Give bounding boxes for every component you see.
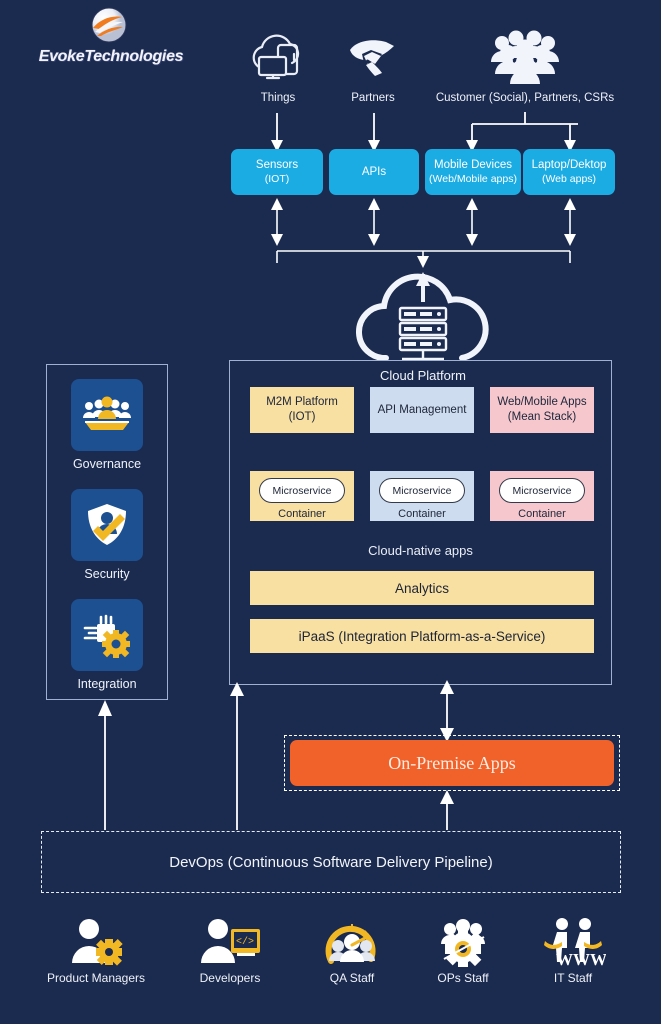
cloud-devices-icon xyxy=(238,28,318,89)
microservice-container-apim[interactable]: Microservice Container xyxy=(370,471,474,521)
people-www-icon: WWW xyxy=(513,915,633,969)
channel-mobile-line1: Mobile Devices xyxy=(434,159,512,172)
channel-laptop-line2: (Web apps) xyxy=(541,172,597,185)
platform-web-line2: (Mean Stack) xyxy=(507,411,577,423)
container-label: Container xyxy=(278,508,326,520)
brand-name: EvokeTechnologies xyxy=(38,48,184,65)
governance-people-table-icon xyxy=(71,379,143,451)
persona-product-managers-label: Product Managers xyxy=(46,971,146,985)
container-label: Container xyxy=(518,508,566,520)
actor-customers: Customer (Social), Partners, CSRs xyxy=(430,26,620,104)
cloud-platform-panel: M2M Platform (IOT) API Management Web/Mo… xyxy=(229,360,612,685)
platform-m2m-line1: M2M Platform xyxy=(266,396,338,409)
actor-things: Things xyxy=(238,28,318,104)
pillar-integration[interactable]: Integration xyxy=(47,599,167,691)
on-premise-apps-label: On-Premise Apps xyxy=(388,752,516,773)
persona-ops-staff[interactable]: OPs Staff xyxy=(403,915,523,985)
actor-partners: Partners xyxy=(333,28,413,104)
channel-mobile-line2: (Web/Mobile apps) xyxy=(429,172,517,185)
people-gear-icon xyxy=(403,915,523,967)
channel-sensors-line1: Sensors xyxy=(255,159,299,172)
channel-apis-line1: APIs xyxy=(361,165,387,178)
microservice-pill: Microservice xyxy=(499,478,585,503)
channel-apis[interactable]: APIs xyxy=(329,149,419,195)
handshake-icon xyxy=(333,28,413,89)
channel-laptop-desktop[interactable]: Laptop/Dektop (Web apps) xyxy=(523,149,615,195)
bar-analytics-label: Analytics xyxy=(394,580,450,596)
bar-ipaas[interactable]: iPaaS (Integration Platform-as-a-Service… xyxy=(250,619,594,653)
persona-developers-label: Developers xyxy=(199,971,261,985)
persona-qa-staff-label: QA Staff xyxy=(329,971,375,985)
actor-things-label: Things xyxy=(260,92,296,104)
devops-pipeline-label: DevOps (Continuous Software Delivery Pip… xyxy=(169,853,493,871)
bar-ipaas-label: iPaaS (Integration Platform-as-a-Service… xyxy=(298,628,546,644)
person-gear-icon xyxy=(36,915,156,967)
channel-sensors[interactable]: Sensors (IOT) xyxy=(231,149,323,195)
persona-it-staff[interactable]: WWW IT Staff xyxy=(513,915,633,985)
chip-gear-icon xyxy=(71,599,143,671)
svg-text:</>: </> xyxy=(236,936,254,948)
platform-apim-line1: API Management xyxy=(377,403,467,416)
persona-ops-staff-label: OPs Staff xyxy=(437,971,489,985)
channel-mobile-devices[interactable]: Mobile Devices (Web/Mobile apps) xyxy=(425,149,521,195)
actor-partners-label: Partners xyxy=(351,92,395,104)
actor-customers-label: Customer (Social), Partners, CSRs xyxy=(435,92,615,104)
platform-m2m[interactable]: M2M Platform (IOT) xyxy=(250,387,354,433)
on-premise-apps-box[interactable]: On-Premise Apps xyxy=(290,740,614,786)
pillar-governance-label: Governance xyxy=(72,457,142,471)
platform-api-management[interactable]: API Management xyxy=(370,387,474,433)
microservice-pill: Microservice xyxy=(259,478,345,503)
platform-web-mobile-apps[interactable]: Web/Mobile Apps (Mean Stack) xyxy=(490,387,594,433)
channel-to-cloud-bus xyxy=(271,198,576,268)
pillar-security-label: Security xyxy=(84,567,130,581)
devops-pipeline-box[interactable]: DevOps (Continuous Software Delivery Pip… xyxy=(41,831,621,893)
pillar-governance[interactable]: Governance xyxy=(47,379,167,471)
evoke-swoosh-logo-icon xyxy=(86,6,132,46)
persona-it-staff-label: IT Staff xyxy=(553,971,593,985)
platform-m2m-line2: (IOT) xyxy=(288,411,316,423)
brand-logo: EvokeTechnologies xyxy=(8,4,208,70)
persona-developers[interactable]: </> Developers xyxy=(170,915,290,985)
people-group-icon xyxy=(430,26,620,89)
persona-product-managers[interactable]: Product Managers xyxy=(36,915,156,985)
shield-person-check-icon xyxy=(71,489,143,561)
microservice-pill: Microservice xyxy=(379,478,465,503)
microservice-container-m2m[interactable]: Microservice Container xyxy=(250,471,354,521)
bar-analytics[interactable]: Analytics xyxy=(250,571,594,605)
platform-web-line1: Web/Mobile Apps xyxy=(497,396,587,409)
cloud-native-apps-label: Cloud-native apps xyxy=(368,543,473,558)
channel-laptop-line1: Laptop/Dektop xyxy=(531,159,607,172)
svg-text:WWW: WWW xyxy=(556,950,606,967)
channel-sensors-line2: (IOT) xyxy=(264,172,290,185)
person-code-screen-icon: </> xyxy=(170,915,290,967)
governance-pillars-panel: Governance Security Integration xyxy=(46,364,168,700)
pillar-security[interactable]: Security xyxy=(47,489,167,581)
container-label: Container xyxy=(398,508,446,520)
cloud-server-icon xyxy=(352,272,494,364)
people-gauge-icon xyxy=(292,915,412,967)
persona-qa-staff[interactable]: QA Staff xyxy=(292,915,412,985)
microservice-container-web[interactable]: Microservice Container xyxy=(490,471,594,521)
